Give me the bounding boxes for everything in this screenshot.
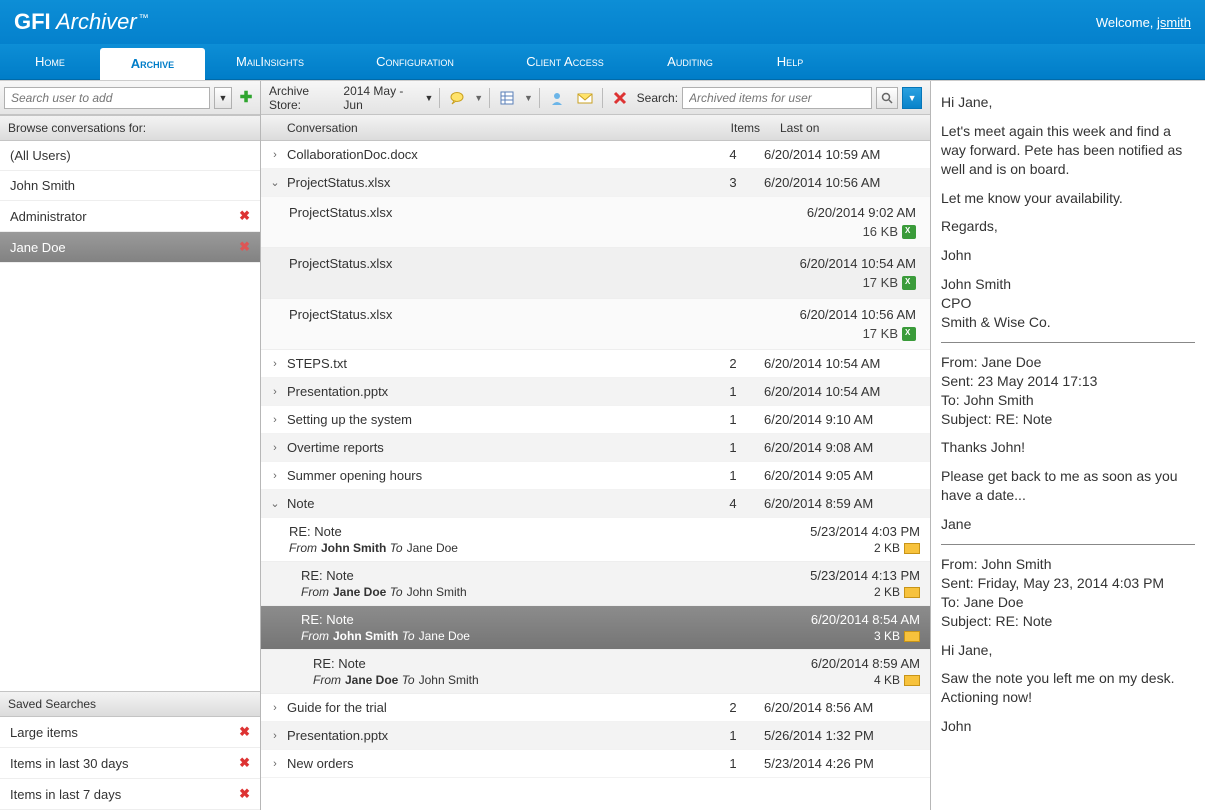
user-icon-button[interactable] — [546, 87, 568, 109]
search-go-button[interactable] — [876, 87, 898, 109]
expand-icon[interactable]: › — [267, 702, 283, 714]
search-user-dropdown[interactable]: ▼ — [214, 87, 232, 109]
conversation-child[interactable]: ProjectStatus.xlsx6/20/2014 10:56 AM17 K… — [261, 299, 930, 350]
expand-icon[interactable]: › — [267, 414, 283, 426]
welcome-text: Welcome, jsmith — [1096, 15, 1191, 30]
conversation-row[interactable]: ›Presentation.pptx15/26/2014 1:32 PM — [261, 722, 930, 750]
user-item[interactable]: John Smith — [0, 171, 260, 201]
mail-icon — [904, 587, 920, 598]
mail-icon — [904, 631, 920, 642]
conversation-list: ›CollaborationDoc.docx46/20/2014 10:59 A… — [261, 141, 930, 810]
conversation-row[interactable]: ›Presentation.pptx16/20/2014 10:54 AM — [261, 378, 930, 406]
message-item[interactable]: RE: Note5/23/2014 4:13 PMFrom Jane Doe T… — [261, 562, 930, 606]
conversation-row[interactable]: ›CollaborationDoc.docx46/20/2014 10:59 A… — [261, 141, 930, 169]
search-dropdown-button[interactable]: ▼ — [902, 87, 922, 109]
browse-header: Browse conversations for: — [0, 115, 260, 141]
search-user-input[interactable] — [4, 87, 210, 109]
archive-store-value[interactable]: 2014 May - Jun — [343, 84, 418, 112]
excel-icon — [902, 327, 916, 341]
tab-home[interactable]: Home — [0, 44, 100, 79]
tab-help[interactable]: Help — [745, 44, 835, 79]
product-logo: GFI Archiver™ — [14, 9, 149, 35]
col-items[interactable]: Items — [708, 121, 770, 135]
reply-dropdown-icon[interactable]: ▼ — [474, 93, 483, 103]
message-item[interactable]: RE: Note5/23/2014 4:03 PMFrom John Smith… — [261, 518, 930, 562]
view-list-button[interactable] — [496, 87, 518, 109]
excel-icon — [902, 225, 916, 239]
delete-button[interactable] — [609, 87, 631, 109]
col-last-on[interactable]: Last on — [770, 121, 930, 135]
expand-icon[interactable]: › — [267, 386, 283, 398]
expand-icon[interactable]: ⌄ — [267, 176, 283, 189]
search-archive-input[interactable] — [682, 87, 872, 109]
mail-icon — [904, 543, 920, 554]
expand-icon[interactable]: › — [267, 758, 283, 770]
message-item[interactable]: RE: Note6/20/2014 8:54 AMFrom John Smith… — [261, 606, 930, 650]
expand-icon[interactable]: › — [267, 358, 283, 370]
user-item[interactable]: Jane Doe✖ — [0, 232, 260, 263]
user-item[interactable]: (All Users) — [0, 141, 260, 171]
saved-search-item[interactable]: Items in last 7 days✖ — [0, 779, 260, 810]
conversation-row[interactable]: ›New orders15/23/2014 4:26 PM — [261, 750, 930, 778]
tab-auditing[interactable]: Auditing — [635, 44, 745, 79]
tab-mailinsights[interactable]: MailInsights — [205, 44, 335, 79]
tab-configuration[interactable]: Configuration — [335, 44, 495, 79]
remove-saved-icon[interactable]: ✖ — [239, 755, 250, 771]
center-panel: Archive Store: 2014 May - Jun ▼ ▼ ▼ Sear… — [261, 81, 931, 810]
expand-icon[interactable]: › — [267, 149, 283, 161]
conversation-row[interactable]: ⌄ProjectStatus.xlsx36/20/2014 10:56 AM — [261, 169, 930, 197]
reply-button[interactable] — [446, 87, 468, 109]
user-item[interactable]: Administrator✖ — [0, 201, 260, 232]
saved-searches-header: Saved Searches — [0, 691, 260, 717]
conversation-row[interactable]: ›STEPS.txt26/20/2014 10:54 AM — [261, 350, 930, 378]
mail-icon-button[interactable] — [574, 87, 596, 109]
left-panel: ▼ ✚ Browse conversations for: (All Users… — [0, 81, 261, 810]
saved-search-item[interactable]: Large items✖ — [0, 717, 260, 748]
remove-saved-icon[interactable]: ✖ — [239, 786, 250, 802]
conversation-row[interactable]: ›Setting up the system16/20/2014 9:10 AM — [261, 406, 930, 434]
add-user-button[interactable]: ✚ — [236, 88, 256, 108]
archive-store-dropdown-icon[interactable]: ▼ — [424, 93, 433, 103]
user-search-bar: ▼ ✚ — [0, 81, 260, 115]
expand-icon[interactable]: › — [267, 730, 283, 742]
mail-icon — [904, 675, 920, 686]
preview-pane: Hi Jane, Let's meet again this week and … — [931, 81, 1205, 810]
user-link[interactable]: jsmith — [1157, 15, 1191, 30]
saved-search-item[interactable]: Items in last 30 days✖ — [0, 748, 260, 779]
archive-toolbar: Archive Store: 2014 May - Jun ▼ ▼ ▼ Sear… — [261, 81, 930, 115]
conversation-row[interactable]: ›Summer opening hours16/20/2014 9:05 AM — [261, 462, 930, 490]
header-bar: GFI Archiver™ Welcome, jsmith — [0, 0, 1205, 44]
col-conversation[interactable]: Conversation — [261, 121, 708, 135]
conversation-row[interactable]: ›Overtime reports16/20/2014 9:08 AM — [261, 434, 930, 462]
search-label: Search: — [637, 91, 678, 105]
expand-icon[interactable]: › — [267, 442, 283, 454]
conversation-row[interactable]: ›Guide for the trial26/20/2014 8:56 AM — [261, 694, 930, 722]
conversation-row[interactable]: ⌄Note46/20/2014 8:59 AM — [261, 490, 930, 518]
remove-user-icon[interactable]: ✖ — [239, 239, 250, 255]
column-headers: Conversation Items Last on — [261, 115, 930, 141]
nav-tabs: Home Archive MailInsights Configuration … — [0, 44, 1205, 80]
archive-store-label: Archive Store: — [269, 84, 337, 112]
conversation-child[interactable]: ProjectStatus.xlsx6/20/2014 9:02 AM16 KB — [261, 197, 930, 248]
expand-icon[interactable]: ⌄ — [267, 497, 283, 510]
remove-saved-icon[interactable]: ✖ — [239, 724, 250, 740]
tab-client-access[interactable]: Client Access — [495, 44, 635, 79]
excel-icon — [902, 276, 916, 290]
conversation-child[interactable]: ProjectStatus.xlsx6/20/2014 10:54 AM17 K… — [261, 248, 930, 299]
view-dropdown-icon[interactable]: ▼ — [524, 93, 533, 103]
message-item[interactable]: RE: Note6/20/2014 8:59 AMFrom Jane Doe T… — [261, 650, 930, 694]
remove-user-icon[interactable]: ✖ — [239, 208, 250, 224]
expand-icon[interactable]: › — [267, 470, 283, 482]
tab-archive[interactable]: Archive — [100, 48, 205, 80]
